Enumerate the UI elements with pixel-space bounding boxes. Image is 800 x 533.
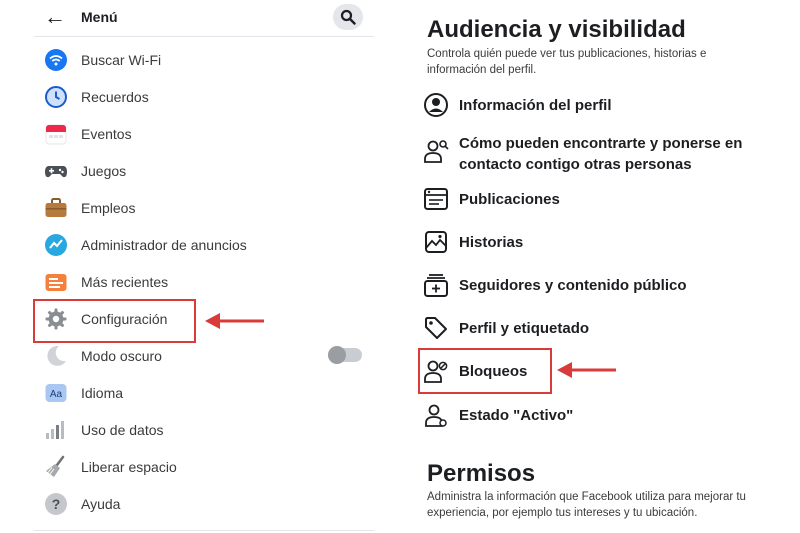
- search-button[interactable]: [333, 4, 363, 30]
- find-contact-icon: [424, 140, 449, 163]
- setting-historias[interactable]: Historias: [419, 229, 789, 255]
- posts-icon: [424, 188, 448, 210]
- menu-item-label: Recuerdos: [81, 89, 149, 105]
- setting-label: Seguidores y contenido público: [459, 277, 687, 294]
- setting-publicaciones[interactable]: Publicaciones: [419, 186, 789, 212]
- menu-item-label: Juegos: [81, 163, 127, 179]
- menu-item-label: Buscar Wi-Fi: [81, 52, 162, 68]
- menu-item-mas-recientes[interactable]: Más recientes: [34, 266, 374, 298]
- feed-icon: [45, 274, 67, 291]
- stories-icon: [425, 231, 447, 253]
- section-description-permissions: Administra la información que Facebook u…: [427, 491, 746, 519]
- menu-item-juegos[interactable]: Juegos: [34, 155, 374, 187]
- setting-como-pueden-encontrarte[interactable]: Cómo pueden encontrarte y ponerse en con…: [419, 130, 789, 174]
- data-usage-icon: [46, 421, 64, 439]
- menu-item-buscar-wifi[interactable]: Buscar Wi-Fi: [34, 44, 374, 76]
- language-icon: Aa: [45, 384, 67, 402]
- menu-item-eventos[interactable]: Eventos: [34, 118, 374, 150]
- menu-item-empleos[interactable]: Empleos: [34, 192, 374, 224]
- profile-info-icon: [424, 93, 448, 117]
- calendar-icon: [45, 124, 67, 145]
- setting-label: Publicaciones: [459, 191, 560, 208]
- search-icon: [340, 9, 356, 25]
- menu-item-recuerdos[interactable]: Recuerdos: [34, 81, 374, 113]
- red-arrow-icon: [205, 313, 264, 329]
- clock-icon: [45, 86, 67, 108]
- setting-estado-activo[interactable]: Estado "Activo": [419, 402, 789, 428]
- menu-item-label: Más recientes: [81, 274, 169, 290]
- dark-mode-toggle[interactable]: [328, 346, 362, 364]
- menu-divider: [34, 530, 374, 531]
- menu-item-label: Ayuda: [81, 496, 121, 512]
- active-status-icon: [425, 404, 447, 427]
- setting-informacion-del-perfil[interactable]: Información del perfil: [419, 92, 789, 118]
- ads-manager-icon: [45, 234, 67, 256]
- menu-item-liberar-espacio[interactable]: Liberar espacio: [34, 451, 374, 483]
- menu-item-idioma[interactable]: Aa Idioma: [34, 377, 374, 409]
- setting-label-line1: Cómo pueden encontrarte y ponerse en: [459, 135, 743, 152]
- red-arrow-icon: [557, 362, 616, 378]
- menu-item-label: Empleos: [81, 200, 136, 216]
- menu-item-label: Administrador de anuncios: [81, 237, 247, 253]
- wifi-icon: [45, 49, 67, 71]
- menu-item-label: Modo oscuro: [81, 348, 162, 364]
- main-menu-panel: ← Menú Buscar Wi-Fi Recuerdos Eventos Ju…: [0, 0, 375, 533]
- moon-icon: [47, 345, 66, 366]
- menu-item-label: Eventos: [81, 126, 132, 142]
- section-description-audience: Controla quién puede ver tus publicacion…: [427, 48, 707, 76]
- menu-divider: [34, 36, 374, 37]
- highlight-box-configuracion: [33, 299, 196, 343]
- tag-icon: [425, 317, 447, 339]
- section-title-permissions: Permisos: [427, 460, 536, 487]
- svg-text:?: ?: [52, 496, 61, 512]
- setting-label-line2: contacto contigo otras personas: [459, 156, 692, 173]
- menu-item-modo-oscuro[interactable]: Modo oscuro: [34, 340, 374, 372]
- help-icon: ?: [45, 493, 67, 515]
- setting-label: Información del perfil: [459, 97, 612, 114]
- menu-item-administrador-de-anuncios[interactable]: Administrador de anuncios: [34, 229, 374, 261]
- setting-label: Estado "Activo": [459, 407, 574, 424]
- followers-icon: [424, 274, 448, 297]
- menu-header: ← Menú: [0, 0, 375, 36]
- gamepad-icon: [45, 166, 67, 178]
- highlight-box-bloqueos: [418, 348, 552, 394]
- menu-title: Menú: [81, 9, 118, 25]
- menu-item-uso-de-datos[interactable]: Uso de datos: [34, 414, 374, 446]
- section-title-audience: Audiencia y visibilidad: [427, 16, 686, 43]
- briefcase-icon: [45, 198, 67, 217]
- setting-label: Historias: [459, 234, 524, 251]
- menu-item-label: Uso de datos: [81, 422, 164, 438]
- setting-perfil-y-etiquetado[interactable]: Perfil y etiquetado: [419, 315, 789, 341]
- menu-item-ayuda[interactable]: ? Ayuda: [34, 488, 374, 520]
- svg-text:Aa: Aa: [50, 389, 63, 400]
- toggle-knob: [328, 346, 346, 364]
- broom-icon: [46, 455, 65, 477]
- menu-item-label: Liberar espacio: [81, 459, 177, 475]
- back-arrow-icon[interactable]: ←: [44, 6, 66, 28]
- menu-item-label: Idioma: [81, 385, 124, 401]
- setting-seguidores[interactable]: Seguidores y contenido público: [419, 272, 789, 298]
- privacy-settings-panel: Audiencia y visibilidad Controla quién p…: [407, 0, 800, 533]
- setting-label: Perfil y etiquetado: [459, 320, 590, 337]
